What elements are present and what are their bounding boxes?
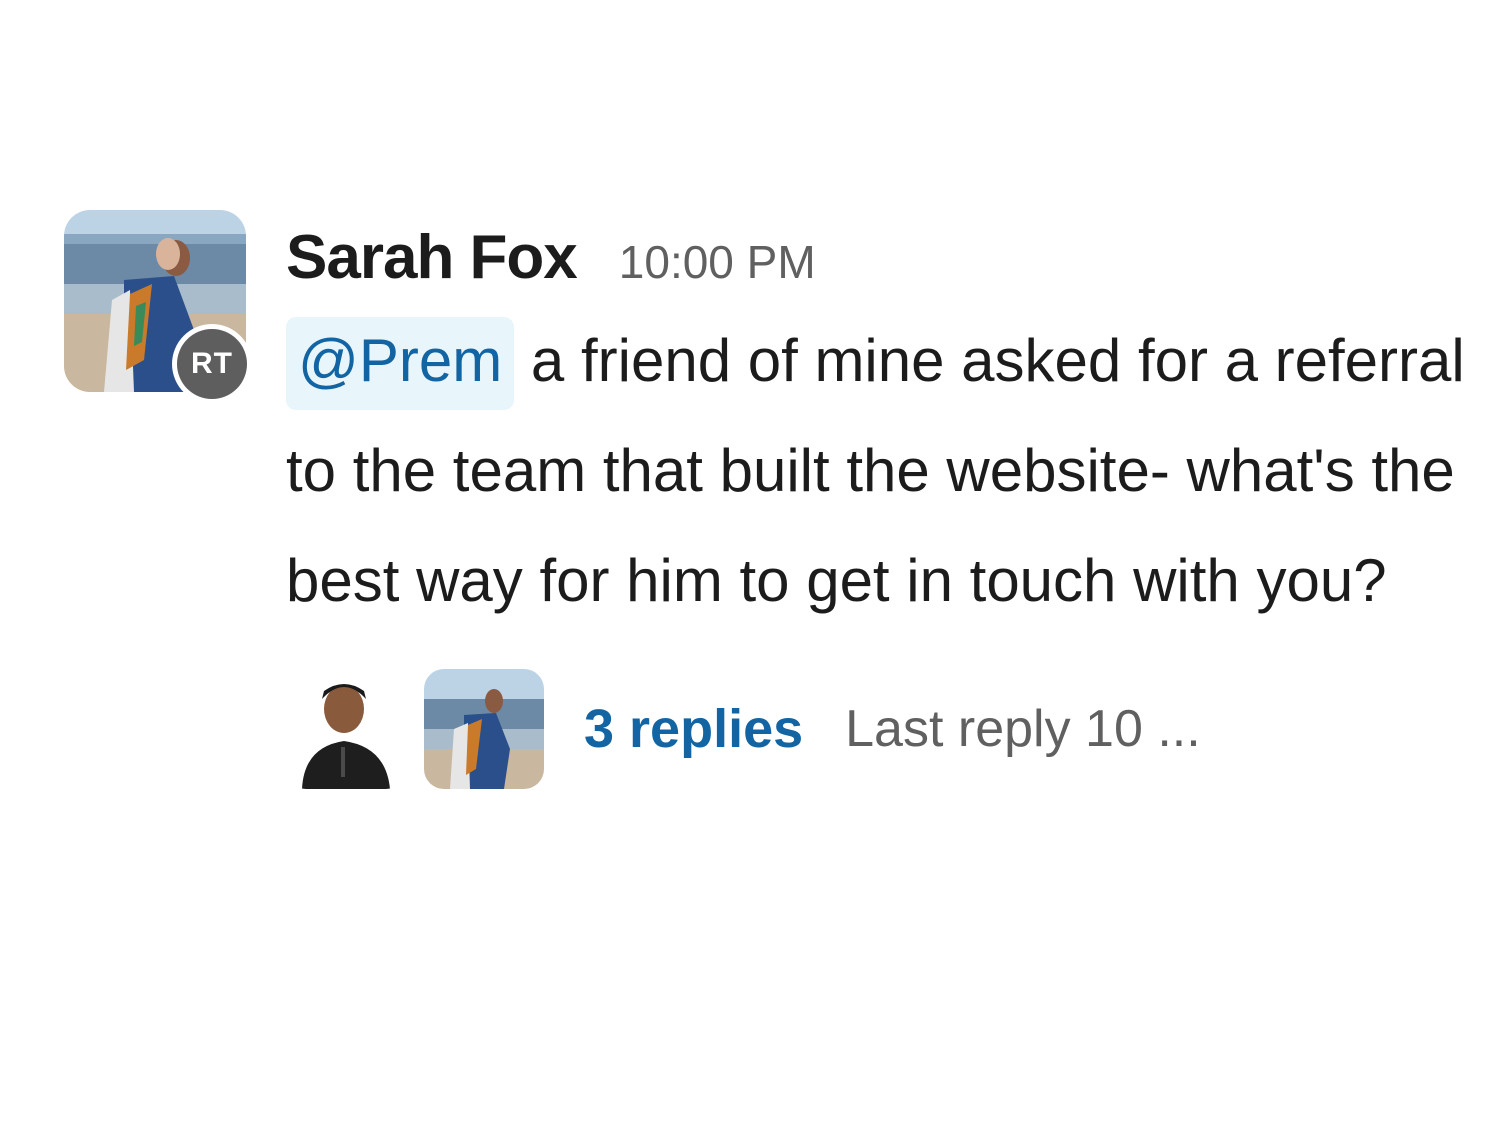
last-reply-time: Last reply 10 ...	[845, 700, 1201, 758]
person-portrait-icon	[286, 669, 406, 789]
user-mention[interactable]: @Prem	[286, 317, 515, 410]
thread-summary[interactable]: 3 replies Last reply 10 ...	[286, 668, 1466, 790]
author-avatar-wrap[interactable]: RT	[64, 210, 252, 404]
message-body: @Prem a friend of mine asked for a refer…	[286, 306, 1466, 636]
status-badge: RT	[172, 324, 252, 404]
author-name[interactable]: Sarah Fox	[286, 210, 578, 306]
reply-avatar-sarah	[424, 669, 544, 789]
replies-link[interactable]: 3 replies	[584, 698, 803, 760]
message-timestamp[interactable]: 10:00 PM	[619, 214, 816, 310]
status-badge-label: RT	[177, 329, 247, 399]
message-content: Sarah Fox 10:00 PM @Prem a friend of min…	[286, 210, 1466, 790]
reply-avatar-prem	[286, 669, 406, 789]
beach-photo-icon	[424, 669, 544, 789]
message-header: Sarah Fox 10:00 PM	[286, 210, 1466, 306]
